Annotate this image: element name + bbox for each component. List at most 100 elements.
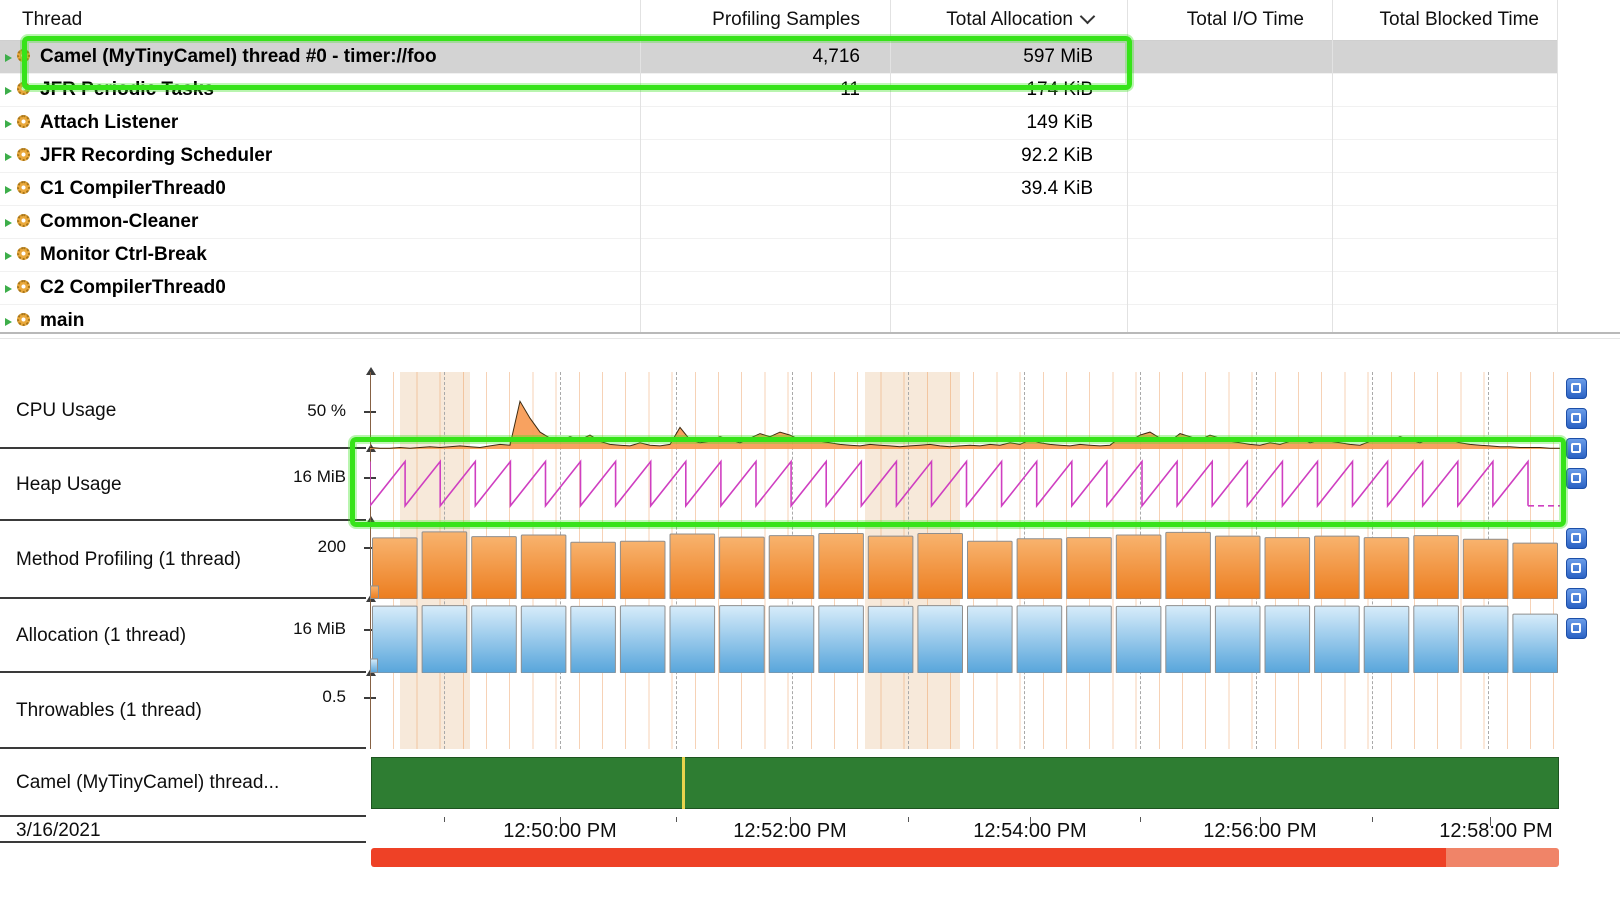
lane-button-glyph bbox=[1571, 533, 1581, 543]
cell-total-io-time bbox=[1127, 206, 1332, 239]
column-divider bbox=[1557, 0, 1558, 332]
cell-profiling-samples bbox=[640, 173, 890, 206]
lane-button-icon[interactable] bbox=[1566, 618, 1587, 639]
lane-button-glyph bbox=[1571, 383, 1581, 393]
column-header-label: Total Blocked Time bbox=[1380, 9, 1539, 30]
expand-arrow-icon[interactable] bbox=[5, 318, 12, 326]
expand-arrow-icon[interactable] bbox=[5, 252, 12, 260]
lane-tick-label: 16 MiB bbox=[293, 619, 346, 639]
lane-label: Camel (MyTinyCamel) thread... bbox=[16, 772, 279, 794]
column-header-label: Total I/O Time bbox=[1187, 9, 1304, 30]
cell-total-io-time bbox=[1127, 305, 1332, 334]
column-header-profiling-samples[interactable]: Profiling Samples bbox=[640, 0, 890, 40]
column-header-total-blocked-time[interactable]: Total Blocked Time bbox=[1332, 0, 1557, 40]
cell-total-allocation: 149 KiB bbox=[890, 107, 1127, 140]
cell-total-blocked-time bbox=[1332, 305, 1557, 334]
throwables-chart bbox=[370, 673, 1560, 749]
thread-activity-bar[interactable] bbox=[371, 757, 1559, 809]
minor-time-tick bbox=[676, 817, 677, 822]
expand-arrow-icon[interactable] bbox=[5, 120, 12, 128]
cell-total-blocked-time bbox=[1332, 74, 1557, 107]
thread-icon bbox=[17, 214, 30, 227]
thread-icon bbox=[17, 313, 30, 326]
expand-arrow-icon[interactable] bbox=[5, 54, 12, 62]
major-time-tick bbox=[560, 817, 561, 826]
cell-profiling-samples bbox=[640, 272, 890, 305]
time-tick-label: 12:58:00 PM bbox=[1439, 820, 1552, 843]
cell-total-allocation: 39.4 KiB bbox=[890, 173, 1127, 206]
lane-button-glyph bbox=[1571, 623, 1581, 633]
lane-label: Throwables (1 thread) bbox=[16, 700, 202, 722]
lane-label: Heap Usage bbox=[16, 474, 122, 496]
column-header-label: Profiling Samples bbox=[712, 9, 860, 30]
column-header-total-allocation[interactable]: Total Allocation bbox=[890, 0, 1127, 40]
lane-button-icon[interactable] bbox=[1566, 408, 1587, 429]
cell-profiling-samples bbox=[640, 305, 890, 334]
cell-total-allocation bbox=[890, 272, 1127, 305]
table-row[interactable]: main bbox=[0, 305, 1557, 334]
lane-row-cpu[interactable]: CPU Usage50 % bbox=[0, 372, 366, 449]
lane-button-icon[interactable] bbox=[1566, 588, 1587, 609]
thread-name-cell: C1 CompilerThread0 bbox=[40, 173, 226, 206]
cell-total-allocation bbox=[890, 206, 1127, 239]
expand-arrow-icon[interactable] bbox=[5, 219, 12, 227]
thread-name-cell: Attach Listener bbox=[40, 107, 178, 140]
lane-button-icon[interactable] bbox=[1566, 528, 1587, 549]
major-time-tick bbox=[790, 817, 791, 826]
jmc-threads-view: Thread Profiling Samples Total Allocation T… bbox=[0, 0, 1620, 904]
method-profiling-chart bbox=[370, 521, 1560, 599]
table-row[interactable]: C2 CompilerThread0 bbox=[0, 272, 1557, 305]
cell-total-blocked-time bbox=[1332, 173, 1557, 206]
column-divider bbox=[1332, 0, 1333, 332]
panel-divider bbox=[0, 338, 1620, 339]
cell-profiling-samples bbox=[640, 107, 890, 140]
expand-arrow-icon[interactable] bbox=[5, 186, 12, 194]
thread-icon bbox=[17, 115, 30, 128]
minor-time-tick bbox=[444, 817, 445, 822]
minor-time-tick bbox=[1372, 817, 1373, 822]
lane-row-throwables[interactable]: Throwables (1 thread) 0.5 bbox=[0, 673, 366, 749]
cell-profiling-samples bbox=[640, 206, 890, 239]
lane-button-icon[interactable] bbox=[1566, 468, 1587, 489]
lane-button-glyph bbox=[1571, 593, 1581, 603]
scrollbar-range-main[interactable] bbox=[371, 848, 1446, 867]
lane-row-method[interactable]: Method Profiling (1 thread)200 bbox=[0, 521, 366, 599]
lane-button-glyph bbox=[1571, 473, 1581, 483]
lane-label: Method Profiling (1 thread) bbox=[16, 549, 241, 571]
lane-button-icon[interactable] bbox=[1566, 378, 1587, 399]
major-time-tick bbox=[1030, 817, 1031, 826]
cell-profiling-samples bbox=[640, 239, 890, 272]
column-header-total-i-o-time[interactable]: Total I/O Time bbox=[1127, 0, 1332, 40]
expand-arrow-icon[interactable] bbox=[5, 285, 12, 293]
lane-button-icon[interactable] bbox=[1566, 438, 1587, 459]
table-row[interactable]: C1 CompilerThread0 39.4 KiB bbox=[0, 173, 1557, 206]
lane-tick-label: 0.5 bbox=[322, 687, 346, 707]
expand-arrow-icon[interactable] bbox=[5, 153, 12, 161]
lane-underline bbox=[0, 815, 366, 817]
scrollbar-range-tail[interactable] bbox=[1446, 848, 1559, 867]
cell-total-io-time bbox=[1127, 173, 1332, 206]
sort-descending-icon bbox=[1080, 9, 1096, 25]
expand-arrow-icon[interactable] bbox=[5, 87, 12, 95]
lane-row-event[interactable]: Camel (MyTinyCamel) thread... bbox=[0, 749, 366, 817]
lane-button-icon[interactable] bbox=[1566, 558, 1587, 579]
major-time-tick bbox=[1260, 817, 1261, 826]
lane-row-alloc[interactable]: Allocation (1 thread)16 MiB bbox=[0, 599, 366, 673]
table-row[interactable]: Monitor Ctrl-Break bbox=[0, 239, 1557, 272]
range-navigator-scrollbar[interactable] bbox=[371, 848, 1559, 867]
cell-total-blocked-time bbox=[1332, 239, 1557, 272]
column-header-thread[interactable]: Thread bbox=[0, 0, 640, 40]
column-header-label: Total Allocation bbox=[946, 9, 1073, 30]
cell-total-blocked-time bbox=[1332, 206, 1557, 239]
cell-total-allocation bbox=[890, 239, 1127, 272]
cell-total-io-time bbox=[1127, 239, 1332, 272]
lane-tick-label: 50 % bbox=[307, 401, 346, 421]
table-row[interactable]: JFR Recording Scheduler92.2 KiB bbox=[0, 140, 1557, 173]
cell-total-io-time bbox=[1127, 272, 1332, 305]
table-row[interactable]: Attach Listener 149 KiB bbox=[0, 107, 1557, 140]
lane-row-heap[interactable]: Heap Usage16 MiB bbox=[0, 449, 366, 521]
table-row[interactable]: Common-Cleaner bbox=[0, 206, 1557, 239]
cell-profiling-samples bbox=[640, 140, 890, 173]
thread-name-cell: main bbox=[40, 305, 84, 334]
date-label: 3/16/2021 bbox=[16, 820, 101, 842]
